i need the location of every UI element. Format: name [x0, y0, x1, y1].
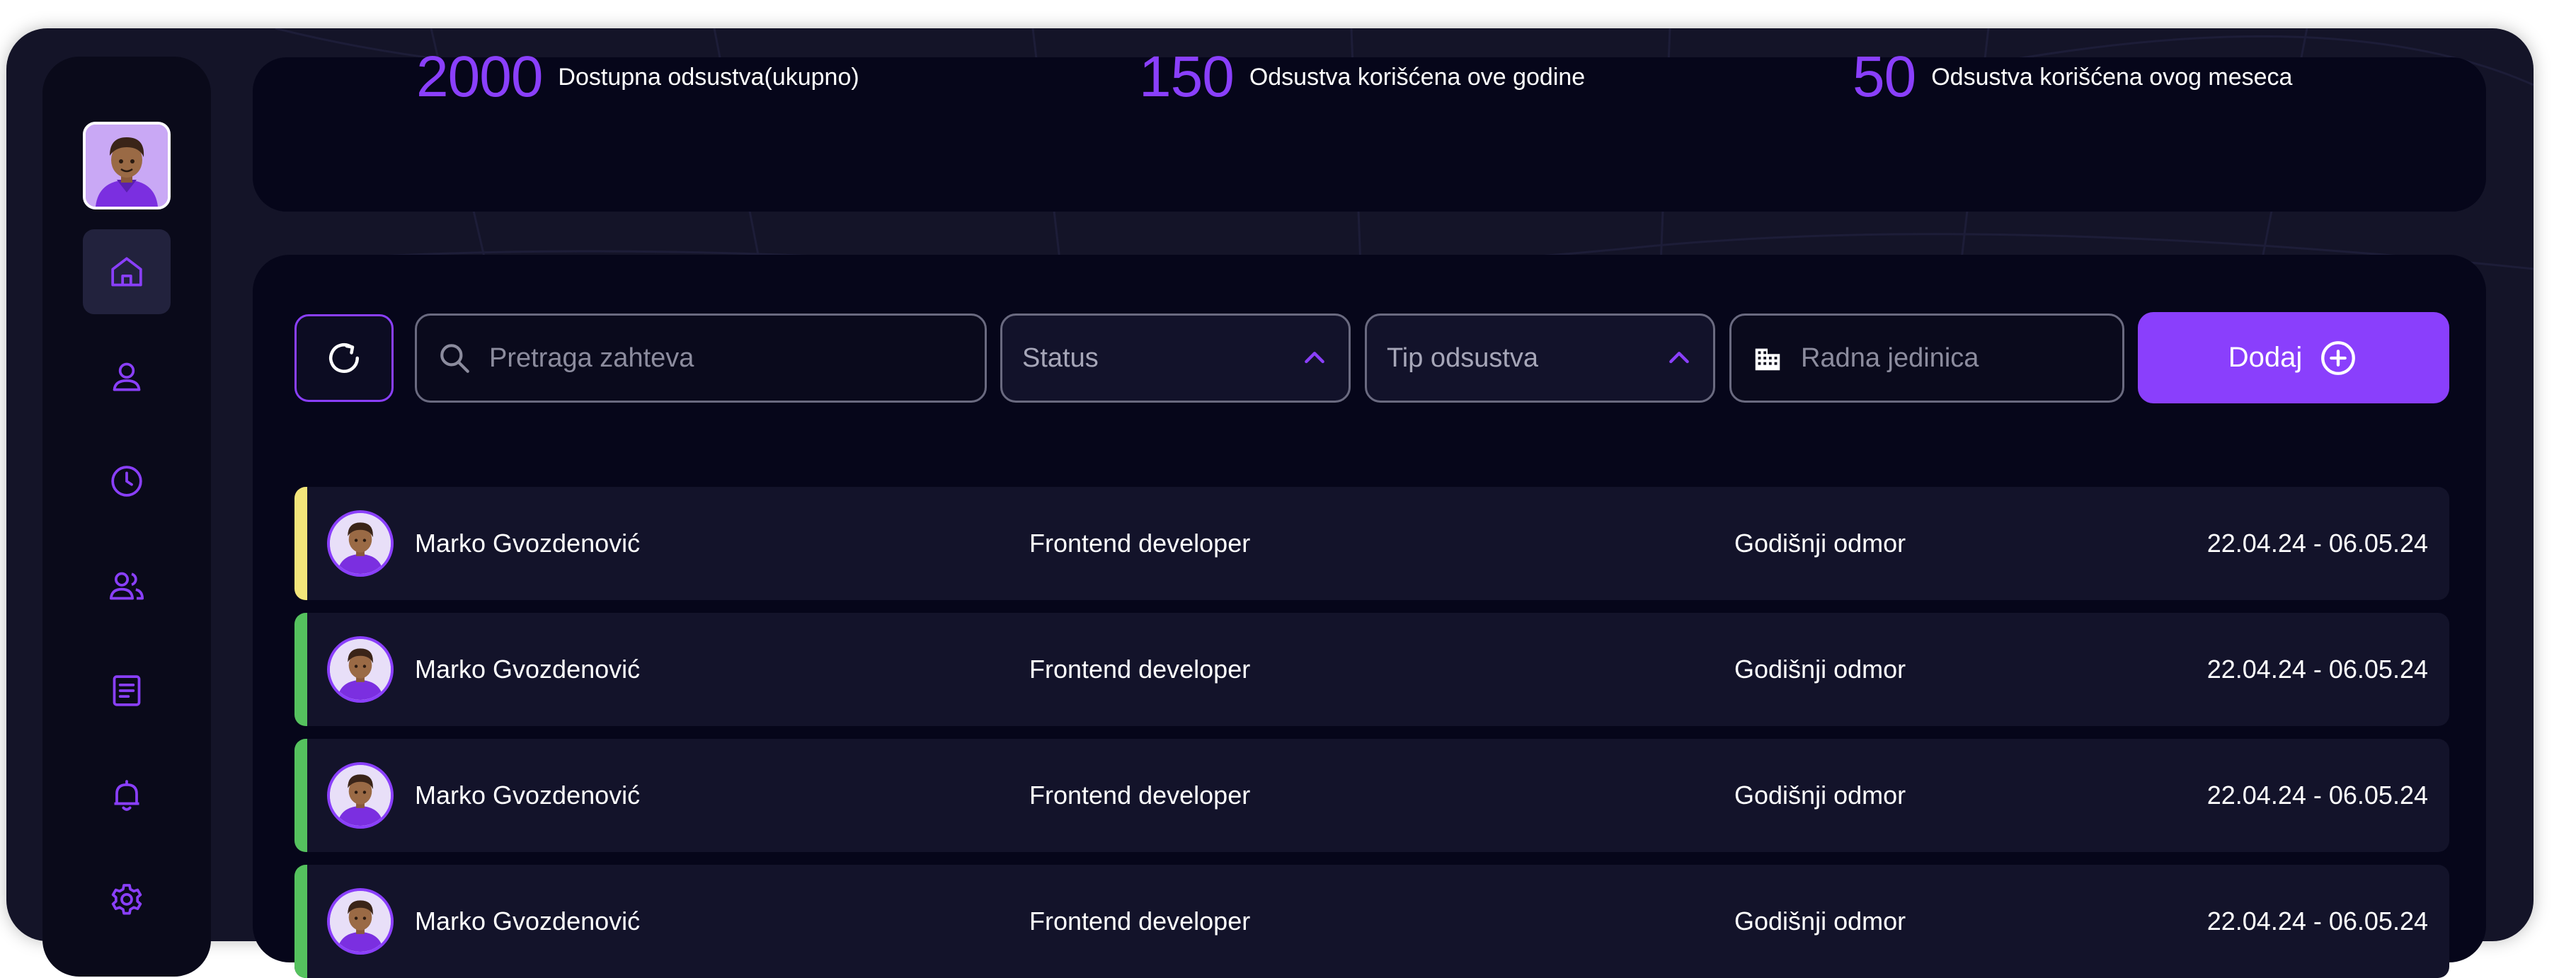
leave-type: Godišnji odmor	[1734, 781, 1906, 810]
employee-name: Marko Gvozdenović	[415, 529, 641, 558]
sidebar-item-home[interactable]	[83, 229, 171, 314]
users-icon	[109, 572, 144, 600]
sidebar-item-profile[interactable]	[83, 334, 171, 419]
avatar-illustration	[330, 513, 391, 574]
avatar	[327, 510, 394, 577]
leave-dates: 22.04.24 - 06.05.24	[2206, 529, 2428, 558]
leave-type: Godišnji odmor	[1734, 529, 1906, 558]
stat-year-value: 150	[1139, 45, 1235, 109]
table-row[interactable]: Marko Gvozdenović Frontend developer God…	[294, 865, 2449, 978]
avatar-illustration	[86, 125, 168, 207]
document-icon	[113, 675, 141, 706]
employee-role: Frontend developer	[1029, 529, 1251, 558]
status-indicator	[294, 487, 307, 600]
stat-total-label: Dostupna odsustva(ukupno)	[558, 63, 859, 91]
employee-role: Frontend developer	[1029, 655, 1251, 684]
search-icon	[437, 340, 472, 376]
avatar	[327, 888, 394, 955]
employee-name: Marko Gvozdenović	[415, 781, 641, 810]
sidebar-item-team[interactable]	[83, 543, 171, 628]
sidebar-item-history[interactable]	[83, 439, 171, 524]
home-icon	[111, 257, 142, 287]
avatar	[327, 762, 394, 829]
chevron-up-icon	[1305, 352, 1324, 364]
work-unit-field[interactable]	[1729, 313, 2124, 403]
leave-dates: 22.04.24 - 06.05.24	[2206, 655, 2428, 684]
add-button-label: Dodaj	[2228, 342, 2303, 373]
building-icon	[1751, 342, 1784, 374]
leave-dates: 22.04.24 - 06.05.24	[2206, 907, 2428, 936]
leave-type: Godišnji odmor	[1734, 655, 1906, 684]
leave-type-select[interactable]: Tip odsustva	[1365, 313, 1715, 403]
search-field[interactable]	[415, 313, 987, 403]
employee-role: Frontend developer	[1029, 907, 1251, 936]
plus-circle-icon	[2321, 340, 2356, 375]
stat-month: 50 Odsustva korišćena ovog meseca	[1853, 0, 2292, 154]
status-indicator	[294, 613, 307, 726]
sidebar-item-requests[interactable]	[83, 648, 171, 733]
work-unit-input[interactable]	[1799, 342, 2102, 374]
avatar-illustration	[330, 639, 391, 700]
leave-dates: 22.04.24 - 06.05.24	[2206, 781, 2428, 810]
leave-type: Godišnji odmor	[1734, 907, 1906, 936]
table-row[interactable]: Marko Gvozdenović Frontend developer God…	[294, 613, 2449, 726]
status-select[interactable]: Status	[1000, 313, 1351, 403]
status-indicator	[294, 865, 307, 978]
clock-icon	[111, 466, 142, 497]
stat-year: 150 Odsustva korišćena ove godine	[1139, 0, 1585, 154]
sidebar-item-notifications[interactable]	[83, 753, 171, 838]
status-select-label: Status	[1022, 343, 1099, 373]
avatar-illustration	[330, 765, 391, 826]
status-indicator	[294, 739, 307, 852]
avatar	[327, 636, 394, 703]
search-input[interactable]	[488, 342, 965, 374]
refresh-button[interactable]	[294, 314, 394, 402]
stat-year-label: Odsustva korišćena ove godine	[1249, 63, 1586, 91]
refresh-icon	[329, 343, 359, 373]
avatar-illustration	[330, 891, 391, 952]
sidebar-item-settings[interactable]	[83, 858, 171, 943]
employee-name: Marko Gvozdenović	[415, 655, 641, 684]
bell-icon	[114, 780, 139, 811]
stat-month-value: 50	[1853, 45, 1916, 109]
user-avatar[interactable]	[83, 122, 171, 209]
stat-total: 2000 Dostupna odsustva(ukupno)	[416, 0, 859, 154]
employee-name: Marko Gvozdenović	[415, 907, 641, 936]
user-icon	[113, 362, 141, 391]
stat-total-value: 2000	[416, 45, 543, 109]
table-row[interactable]: Marko Gvozdenović Frontend developer God…	[294, 739, 2449, 852]
employee-role: Frontend developer	[1029, 781, 1251, 810]
stat-month-label: Odsustva korišćena ovog meseca	[1931, 63, 2293, 91]
leave-type-select-label: Tip odsustva	[1387, 343, 1539, 373]
add-button[interactable]: Dodaj	[2138, 312, 2449, 403]
gear-icon	[111, 884, 142, 915]
chevron-up-icon	[1669, 352, 1689, 364]
table-row[interactable]: Marko Gvozdenović Frontend developer God…	[294, 487, 2449, 600]
